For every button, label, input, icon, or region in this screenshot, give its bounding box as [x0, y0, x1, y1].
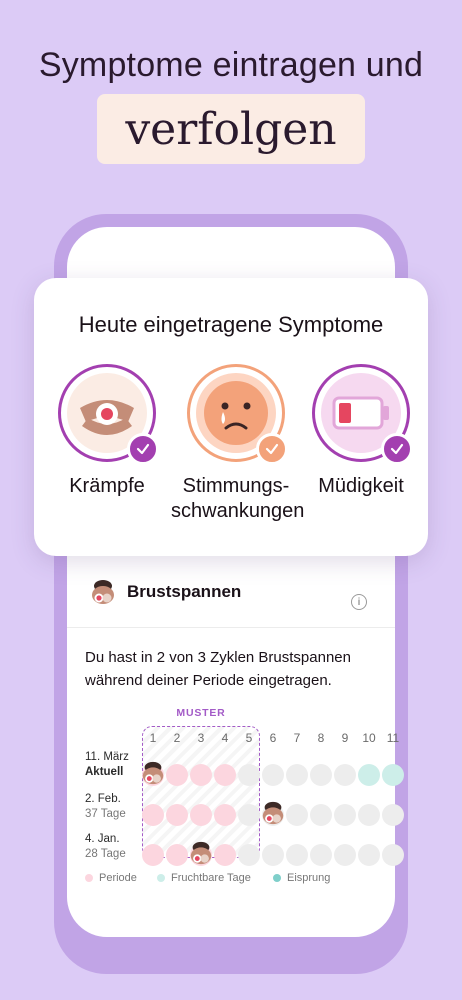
calendar-day-dot[interactable]: [286, 804, 308, 826]
row-sub: 37 Tage: [85, 808, 126, 820]
day-number: 6: [269, 731, 277, 745]
calendar-day-dot[interactable]: [358, 844, 380, 866]
row-label-feb: 2. Feb. 37 Tage: [85, 792, 126, 822]
calendar-day-dot[interactable]: [238, 844, 260, 866]
legend-dot: [273, 874, 281, 882]
calendar-day-dot[interactable]: [382, 844, 404, 866]
calendar-day-dot[interactable]: [310, 804, 332, 826]
breast-tenderness-icon: [89, 577, 117, 606]
day-number: 1: [149, 731, 157, 745]
breast-tenderness-icon: [188, 840, 214, 871]
headline-highlight: verfolgen: [97, 94, 365, 164]
calendar-day-dot[interactable]: [382, 764, 404, 786]
day-number: 5: [245, 731, 253, 745]
calendar-day-dot[interactable]: [382, 804, 404, 826]
pattern-highlight: [142, 726, 260, 858]
row-date: 2. Feb.: [85, 793, 121, 805]
calendar-day-dot[interactable]: [214, 804, 236, 826]
symptom-circle: [312, 364, 413, 465]
calendar-legend: Periode Fruchtbare Tage Eisprung: [85, 872, 395, 888]
calendar-day-dot[interactable]: [238, 764, 260, 786]
day-number: 2: [173, 731, 181, 745]
calendar-day-dot[interactable]: [166, 764, 188, 786]
legend-dot: [157, 874, 165, 882]
cycle-calendar: MUSTER 1 2 3 4 5 6 7 8 9 10 11 11. März Aktuell 2.…: [67, 706, 404, 896]
symptom-mood-swings[interactable]: Stimmungs- schwankungen: [171, 364, 305, 524]
row-sub: Aktuell: [85, 766, 124, 778]
symptom-label: Müdigkeit: [318, 475, 404, 497]
calendar-day-dot[interactable]: [190, 764, 212, 786]
calendar-day-dot[interactable]: [142, 804, 164, 826]
symptom-circle: [58, 364, 159, 465]
calendar-day-dot[interactable]: [286, 844, 308, 866]
calendar-day-dot[interactable]: [334, 804, 356, 826]
legend-period: Periode: [85, 872, 137, 884]
symptom-label-line-1: Stimmungs-: [182, 475, 290, 497]
day-number: 9: [341, 731, 349, 745]
detail-title: Brustspannen: [127, 581, 242, 601]
checkmark-icon: [127, 433, 159, 465]
calendar-day-dot[interactable]: [334, 764, 356, 786]
calendar-day-dot[interactable]: [190, 804, 212, 826]
symptom-label: Krämpfe: [69, 475, 145, 497]
calendar-day-dot[interactable]: [262, 844, 284, 866]
headline-line-2: verfolgen: [125, 103, 337, 155]
calendar-day-dot[interactable]: [310, 764, 332, 786]
calendar-day-dot[interactable]: [262, 764, 284, 786]
day-number: 7: [293, 731, 301, 745]
legend-fertile: Fruchtbare Tage: [157, 872, 251, 884]
symptom-cramps[interactable]: Krämpfe: [42, 364, 172, 499]
symptom-detail-panel: Brustspannen i Du hast in 2 von 3 Zyklen…: [67, 556, 404, 884]
day-number: 8: [317, 731, 325, 745]
breast-tenderness-icon: [260, 800, 286, 831]
calendar-day-dot[interactable]: [214, 764, 236, 786]
calendar-day-dot[interactable]: [358, 764, 380, 786]
pattern-label: MUSTER: [176, 707, 226, 719]
row-date: 11. März: [85, 751, 129, 763]
day-number: 3: [197, 731, 205, 745]
symptom-circle: [187, 364, 288, 465]
breast-tenderness-icon: [140, 760, 166, 791]
symptoms-card: Heute eingetragene Symptome Krämpfe Stim…: [34, 278, 428, 556]
calendar-day-dot[interactable]: [166, 844, 188, 866]
detail-header: Brustspannen i: [67, 556, 395, 628]
calendar-day-dot[interactable]: [334, 844, 356, 866]
legend-label: Periode: [99, 872, 137, 884]
day-number: 10: [362, 731, 376, 745]
legend-dot: [85, 874, 93, 882]
row-sub: 28 Tage: [85, 848, 126, 860]
headline-line-1: Symptome eintragen und: [38, 46, 424, 84]
legend-ovulation: Eisprung: [273, 872, 330, 884]
detail-description: Du hast in 2 von 3 Zyklen Brustspannen w…: [85, 649, 351, 689]
calendar-day-dot[interactable]: [286, 764, 308, 786]
legend-label: Fruchtbare Tage: [171, 872, 251, 884]
symptom-label: Stimmungs- schwankungen: [171, 474, 305, 524]
info-icon[interactable]: i: [351, 594, 367, 610]
calendar-day-dot[interactable]: [310, 844, 332, 866]
calendar-day-dot[interactable]: [142, 844, 164, 866]
calendar-day-dot[interactable]: [238, 804, 260, 826]
legend-label: Eisprung: [287, 872, 331, 884]
row-date: 4. Jan.: [85, 833, 120, 845]
symptom-fatigue[interactable]: Müdigkeit: [296, 364, 426, 499]
day-number: 11: [386, 731, 400, 745]
checkmark-icon: [381, 433, 413, 465]
calendar-day-dot[interactable]: [166, 804, 188, 826]
row-label-jan: 4. Jan. 28 Tage: [85, 832, 126, 862]
checkmark-icon: [256, 433, 288, 465]
day-number: 4: [221, 731, 229, 745]
card-title: Heute eingetragene Symptome: [78, 312, 384, 337]
row-label-current: 11. März Aktuell: [85, 750, 129, 780]
calendar-day-dot[interactable]: [358, 804, 380, 826]
calendar-day-dot[interactable]: [214, 844, 236, 866]
symptom-label-line-2: schwankungen: [171, 500, 305, 522]
